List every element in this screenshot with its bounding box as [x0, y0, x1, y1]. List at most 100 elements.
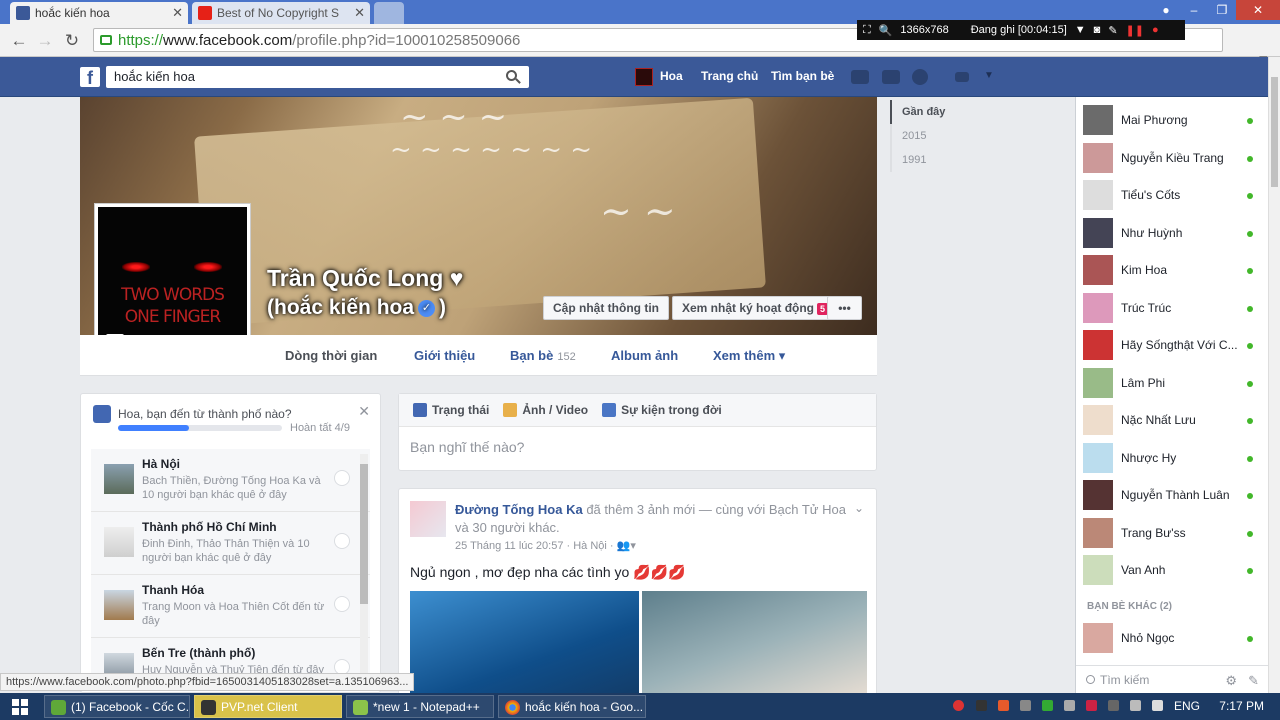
chat-contact[interactable]: Tiểu's Cốts	[1076, 177, 1269, 214]
chat-contact[interactable]: Nhược Hy	[1076, 440, 1269, 477]
messages-icon[interactable]	[882, 70, 900, 84]
post-photo[interactable]	[642, 591, 867, 697]
back-button[interactable]: ←	[8, 30, 30, 52]
composer-photo-option[interactable]: Ảnh / Video	[503, 403, 588, 417]
tab-about[interactable]: Giới thiệu	[414, 348, 475, 363]
forward-button[interactable]: →	[34, 30, 56, 52]
chat-contact[interactable]: Nguyễn Kiều Trang	[1076, 140, 1269, 177]
tray-icon[interactable]	[976, 700, 987, 711]
tray-icon[interactable]	[1020, 700, 1031, 711]
taskbar-item-pvp[interactable]: PVP.net Client	[194, 695, 342, 718]
chat-search-input[interactable]: Tìm kiếm ⚙ ✎	[1076, 665, 1269, 693]
record-icon[interactable]: ●	[1152, 24, 1159, 36]
activity-log-button[interactable]: Xem nhật ký hoạt động 5	[672, 296, 839, 320]
city-list-scrollbar[interactable]	[360, 454, 368, 684]
tray-icon[interactable]	[953, 700, 964, 711]
chevron-down-icon[interactable]: ⌄	[854, 501, 864, 515]
camera-icon[interactable]: ◙	[1094, 24, 1101, 36]
chat-contact[interactable]: Nguyễn Thành Luân	[1076, 477, 1269, 514]
friend-requests-icon[interactable]	[851, 70, 869, 84]
tab-photos[interactable]: Album ảnh	[611, 348, 678, 363]
chevron-down-icon[interactable]: ▼	[1075, 24, 1086, 36]
composer-status-option[interactable]: Trạng thái	[413, 403, 489, 417]
tab-timeline[interactable]: Dòng thời gian	[285, 348, 377, 363]
city-radio[interactable]	[334, 470, 350, 486]
input-language[interactable]: ENG	[1174, 699, 1200, 713]
tray-icon[interactable]	[998, 700, 1009, 711]
post-author-avatar[interactable]	[410, 501, 446, 537]
chat-contact[interactable]: Nhỏ Ngọc	[1076, 620, 1269, 657]
year-recent[interactable]: Gần đây	[890, 100, 970, 124]
list-item[interactable]: Thành phố Hồ Chí Minh Đinh Đinh, Thảo Th…	[91, 512, 370, 575]
search-icon[interactable]	[506, 70, 517, 81]
post-author-link[interactable]: Đường Tống Hoa Ka	[455, 502, 583, 517]
composer-input[interactable]: Bạn nghĩ thế nào?	[410, 439, 524, 455]
tab-friends[interactable]: Bạn bè 152	[510, 348, 576, 363]
browser-tab-facebook[interactable]: hoắc kiến hoa ✕	[10, 2, 188, 24]
nav-profile-link[interactable]: Hoa	[660, 69, 683, 83]
fullscreen-icon[interactable]: ⛶	[863, 24, 871, 37]
user-avatar[interactable]	[635, 68, 653, 86]
chat-contact[interactable]: Hãy Sốngthật Với C...	[1076, 327, 1269, 364]
scrollbar-thumb[interactable]	[360, 464, 368, 604]
gear-icon[interactable]: ⚙	[1225, 673, 1237, 689]
network-icon[interactable]	[1130, 700, 1141, 711]
city-radio[interactable]	[334, 533, 350, 549]
nav-home-link[interactable]: Trang chủ	[701, 69, 758, 83]
page-scrollbar[interactable]	[1268, 57, 1280, 693]
year-2015[interactable]: 2015	[890, 124, 970, 148]
clock[interactable]: 7:17 PM	[1219, 699, 1264, 713]
tray-icon[interactable]	[1108, 700, 1119, 711]
new-tab-button[interactable]	[374, 2, 404, 24]
update-info-button[interactable]: Cập nhật thông tin	[543, 296, 669, 320]
facebook-search-input[interactable]: hoắc kiến hoa	[106, 66, 529, 88]
city-name: Thành phố Hồ Chí Minh	[142, 520, 277, 534]
tab-more[interactable]: Xem thêm ▾	[713, 348, 785, 364]
chat-contact[interactable]: Lâm Phi	[1076, 365, 1269, 402]
account-menu-chevron-icon[interactable]: ▼	[984, 70, 994, 81]
tray-icon[interactable]	[1042, 700, 1053, 711]
city-radio[interactable]	[334, 596, 350, 612]
window-close-button[interactable]: ✕	[1236, 0, 1280, 20]
chat-contact[interactable]: Kim Hoa	[1076, 252, 1269, 289]
more-options-button[interactable]: •••	[827, 296, 862, 320]
new-message-icon[interactable]: ✎	[1248, 673, 1259, 689]
taskbar-item-notepad[interactable]: *new 1 - Notepad++	[346, 695, 494, 718]
user-icon[interactable]: ●	[1152, 0, 1180, 20]
tray-icon[interactable]	[1086, 700, 1097, 711]
windows-start-icon[interactable]	[12, 699, 28, 715]
pencil-icon[interactable]: ✎	[1108, 24, 1117, 37]
composer-life-event-option[interactable]: Sự kiện trong đời	[602, 403, 722, 417]
browser-tab-youtube[interactable]: Best of No Copyright S ✕	[192, 2, 370, 24]
restore-button[interactable]: ❐	[1208, 0, 1236, 20]
list-item[interactable]: Thanh Hóa Trang Moon và Hoa Thiên Cốt đế…	[91, 575, 370, 638]
facebook-logo-icon[interactable]: f	[80, 67, 100, 88]
tray-icon[interactable]	[1064, 700, 1075, 711]
post-photo[interactable]	[410, 591, 639, 697]
close-icon[interactable]: ✕	[358, 403, 370, 420]
taskbar-item-chrome[interactable]: hoắc kiến hoa - Goo...	[498, 695, 646, 718]
cover-decoration: ~ ~ ~	[400, 97, 508, 137]
chat-contact[interactable]: Mai Phương	[1076, 102, 1269, 139]
volume-icon[interactable]	[1152, 700, 1163, 711]
chat-contact[interactable]: Nặc Nhất Lưu	[1076, 402, 1269, 439]
chat-contact[interactable]: Như Huỳnh	[1076, 215, 1269, 252]
list-item[interactable]: Hà Nội Bach Thiền, Đường Tống Hoa Ka và …	[91, 449, 370, 512]
contact-name: Trang Bư'ss	[1121, 525, 1186, 540]
scrollbar-thumb[interactable]	[1271, 77, 1278, 187]
pause-icon[interactable]: ❚❚	[1126, 24, 1144, 37]
notifications-globe-icon[interactable]	[912, 69, 928, 85]
audience-friends-icon[interactable]: 👥▾	[617, 540, 636, 552]
chat-contact[interactable]: Van Anh	[1076, 552, 1269, 589]
close-icon[interactable]: ✕	[172, 5, 183, 21]
privacy-shortcuts-icon[interactable]	[955, 72, 969, 82]
nav-find-friends-link[interactable]: Tìm bạn bè	[771, 69, 834, 83]
chat-contact[interactable]: Trúc Trúc	[1076, 290, 1269, 327]
taskbar-item-coccoc[interactable]: (1) Facebook - Cốc C...	[44, 695, 190, 718]
minimize-button[interactable]: –	[1180, 0, 1208, 20]
close-icon[interactable]: ✕	[354, 5, 365, 21]
chat-contact[interactable]: Trang Bư'ss	[1076, 515, 1269, 552]
year-1991[interactable]: 1991	[890, 148, 970, 172]
post-timestamp[interactable]: 25 Tháng 11 lúc 20:57 · Hà Nội ·	[455, 540, 614, 552]
reload-button[interactable]: ↻	[61, 30, 83, 52]
